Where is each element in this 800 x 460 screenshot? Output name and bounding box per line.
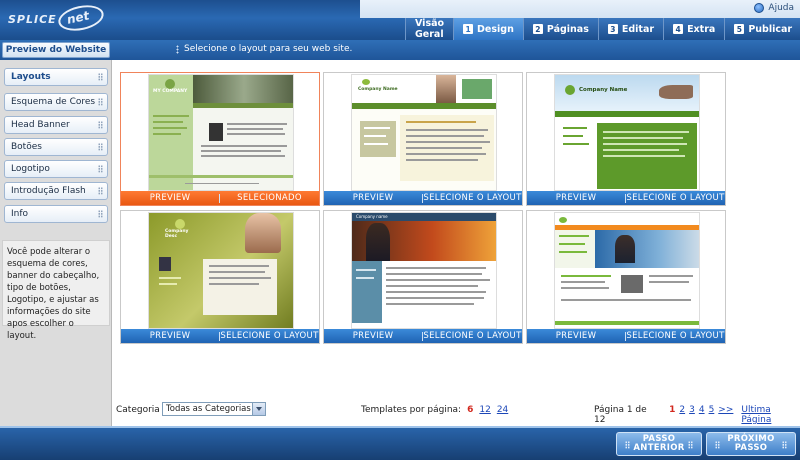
card-action-bar: PREVIEW SELECIONE O LAYOUT [527,329,725,343]
sidebar: Layouts Esquema de Cores Head Banner Bot… [0,60,112,426]
select-layout-button[interactable]: SELECIONE O LAYOUT [626,193,725,203]
tab-design[interactable]: 1 Design [453,18,523,40]
grip-icon [98,165,103,173]
per-page-option-24[interactable]: 24 [497,405,508,415]
select-layout-button[interactable]: SELECIONE O LAYOUT [626,331,725,341]
sidebar-item-introducao-flash[interactable]: Introdução Flash [4,182,108,200]
grip-icon [782,441,787,449]
template-thumbnail[interactable]: MY COMPANY [148,74,294,191]
tab-number-badge: 4 [673,24,684,34]
per-page-option-12[interactable]: 12 [479,405,490,415]
preview-button[interactable]: PREVIEW [324,193,422,203]
select-layout-button[interactable]: SELECIONE O LAYOUT [423,331,522,341]
sidebar-item-head-banner[interactable]: Head Banner [4,116,108,134]
instruction-text: Selecione o layout para seu web site. [176,44,352,54]
grip-icon [98,121,103,129]
tab-number-badge: 1 [463,24,474,34]
page-count-label: Página 1 de 12 [594,405,647,425]
selected-label[interactable]: SELECIONADO [220,193,319,203]
help-link[interactable]: Ajuda [754,3,794,13]
page-link-2[interactable]: 2 [679,405,685,425]
template-card-1[interactable]: MY COMPANY PREVIEW SELECIONADO [120,72,320,206]
chevron-down-icon[interactable] [252,403,265,415]
grip-icon [98,98,103,106]
last-page-link[interactable]: Ultima Página [741,405,800,425]
dots-icon [176,44,179,54]
tab-number-badge: 5 [734,24,745,34]
main-tabs: Visão Geral 1 Design 2 Páginas 3 Editar … [405,18,800,40]
sidebar-item-logotipo[interactable]: Logotipo [4,160,108,178]
template-thumbnail[interactable]: Company Name [351,74,497,191]
preview-button[interactable]: PREVIEW [121,331,219,341]
page-link-1[interactable]: 1 [669,405,675,425]
template-card-2[interactable]: Company Name PREVIEW SELECIONE O LAYOUT [323,72,523,206]
tab-paginas[interactable]: 2 Páginas [522,18,598,40]
card-action-bar: PREVIEW SELECIONE O LAYOUT [121,329,319,343]
select-layout-button[interactable]: SELECIONE O LAYOUT [423,193,522,203]
tab-number-badge: 3 [607,24,618,34]
templates-per-page: Templates por página: 6 12 24 [361,405,509,415]
card-action-bar: PREVIEW SELECIONE O LAYOUT [527,191,725,205]
sub-bar: Preview do Website Selecione o layout pa… [0,40,800,60]
card-action-bar: PREVIEW SELECIONADO [121,191,319,205]
logo-oval-icon: net [56,1,106,35]
template-gallery: MY COMPANY PREVIEW SELECIONADO Company N… [112,60,800,426]
template-thumbnail[interactable] [554,212,700,329]
sidebar-item-info[interactable]: Info [4,205,108,223]
select-layout-button[interactable]: SELECIONE O LAYOUT [220,331,319,341]
grip-icon [625,441,630,449]
previous-step-button[interactable]: PASSO ANTERIOR [616,432,702,456]
preview-button[interactable]: PREVIEW [527,331,625,341]
tab-publicar[interactable]: 5 Publicar [724,18,800,40]
preview-button[interactable]: PREVIEW [324,331,422,341]
preview-button[interactable]: PREVIEW [121,193,219,203]
next-pages-link[interactable]: >> [718,405,733,425]
tab-visao-geral[interactable]: Visão Geral [405,18,454,40]
tab-editar[interactable]: 3 Editar [597,18,664,40]
sidebar-item-esquema-de-cores[interactable]: Esquema de Cores [4,93,108,111]
template-card-4[interactable]: Company Desc PREVIEW SELECIONE O LAYOUT [120,210,320,344]
category-label: Categoria [116,405,160,415]
help-icon [754,3,765,13]
per-page-option-6[interactable]: 6 [467,405,473,415]
card-action-bar: PREVIEW SELECIONE O LAYOUT [324,191,522,205]
grip-icon [98,73,103,81]
next-step-button[interactable]: PRÓXIMO PASSO [706,432,796,456]
card-action-bar: PREVIEW SELECIONE O LAYOUT [324,329,522,343]
template-thumbnail[interactable]: Company Name [554,74,700,191]
grip-icon [688,441,693,449]
tab-extra[interactable]: 4 Extra [663,18,725,40]
splicenet-logo: SPLICE net [4,1,106,36]
page-link-5[interactable]: 5 [709,405,715,425]
template-thumbnail[interactable]: Company name [351,212,497,329]
pagination: Página 1 de 12 1 2 3 4 5 >> Ultima Págin… [594,405,800,425]
preview-website-button[interactable]: Preview do Website [2,42,110,58]
category-select[interactable]: Todas as Categorias [162,402,266,416]
page-link-4[interactable]: 4 [699,405,705,425]
grip-icon [98,210,103,218]
grip-icon [98,187,103,195]
template-card-5[interactable]: Company name PREVIEW SELECIONE O LAYOUT [323,210,523,344]
template-card-6[interactable]: PREVIEW SELECIONE O LAYOUT [526,210,726,344]
preview-button[interactable]: PREVIEW [527,193,625,203]
sidebar-item-layouts[interactable]: Layouts [4,68,108,86]
page-link-3[interactable]: 3 [689,405,695,425]
grip-icon [715,441,720,449]
template-card-3[interactable]: Company Name PREVIEW SELECIONE O LAYOUT [526,72,726,206]
sidebar-info-text: Você pode alterar o esquema de cores, ba… [2,240,110,341]
template-thumbnail[interactable]: Company Desc [148,212,294,329]
tab-number-badge: 2 [532,24,543,34]
sidebar-item-botoes[interactable]: Botões [4,138,108,156]
grip-icon [98,143,103,151]
